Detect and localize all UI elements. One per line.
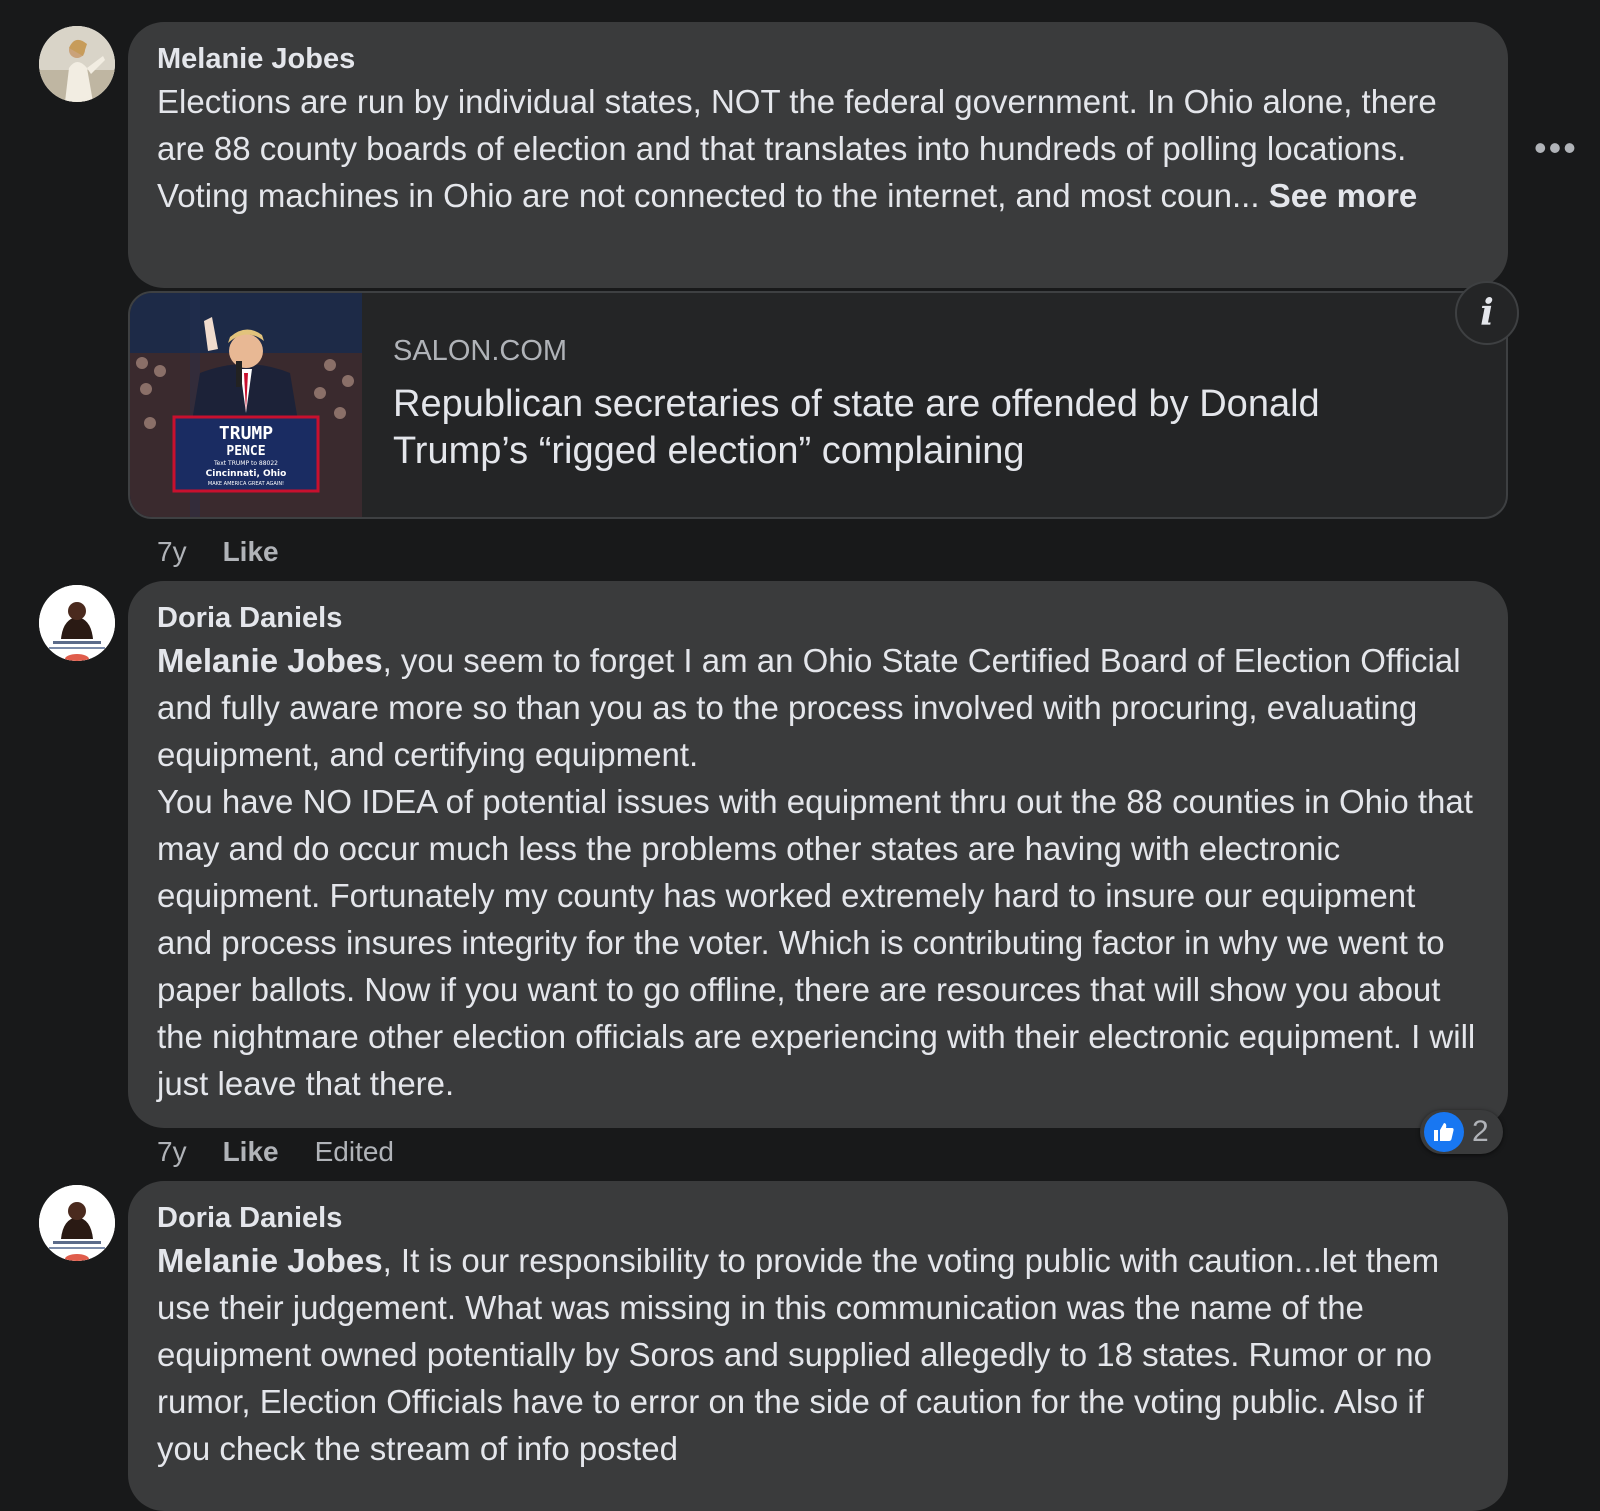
comment-bubble: Doria Daniels Melanie Jobes, you seem to… [128,581,1508,1128]
comment-text: Melanie Jobes, It is our responsibility … [157,1237,1478,1472]
comment-text: Elections are run by individual states, … [157,78,1478,219]
mention-link[interactable]: Melanie Jobes [157,1242,383,1279]
sign-text-pence: PENCE [226,444,265,459]
link-title[interactable]: Republican secretaries of state are offe… [393,381,1453,475]
comment-2-actions: 7y Like Edited [157,1136,430,1168]
more-options-icon[interactable]: ••• [1534,130,1578,166]
comment-text: Melanie Jobes, you seem to forget I am a… [157,637,1478,1107]
sign-text-city: Cincinnati, Ohio [206,469,287,479]
mention-link[interactable]: Melanie Jobes [157,642,383,679]
comment-body-paragraph-2: You have NO IDEA of potential issues wit… [157,783,1476,1102]
comment-author[interactable]: Doria Daniels [157,599,1478,637]
see-more-link[interactable]: See more [1269,177,1418,214]
link-domain: SALON.COM [393,335,568,367]
comment-author[interactable]: Melanie Jobes [157,40,1478,78]
link-preview-image: TRUMP PENCE Text TRUMP to 88022 Cincinna… [130,293,362,517]
comment-body: Elections are run by individual states, … [157,83,1437,214]
comment-timestamp[interactable]: 7y [157,536,187,567]
comment-timestamp[interactable]: 7y [157,1136,187,1167]
avatar-doria-daniels[interactable] [39,585,115,661]
comment-author[interactable]: Doria Daniels [157,1199,1478,1237]
comment-bubble: Melanie Jobes Elections are run by indiv… [128,22,1508,288]
sign-text-sms: Text TRUMP to 88022 [213,460,278,467]
like-button[interactable]: Like [223,536,279,567]
info-icon[interactable]: i [1455,281,1519,345]
like-button[interactable]: Like [223,1136,279,1167]
sign-text-trump: TRUMP [219,423,273,444]
comment-bubble: Doria Daniels Melanie Jobes, It is our r… [128,1181,1508,1511]
link-preview-card[interactable]: TRUMP PENCE Text TRUMP to 88022 Cincinna… [128,291,1508,519]
edited-label: Edited [314,1136,395,1167]
reaction-summary[interactable]: 2 [1420,1110,1503,1154]
comment-1-actions: 7y Like [157,536,315,568]
thumbs-up-icon [1424,1112,1464,1152]
reaction-count: 2 [1472,1115,1489,1148]
avatar-melanie-jobes[interactable] [39,26,115,102]
sign-text-slogan: MAKE AMERICA GREAT AGAIN! [208,481,284,487]
avatar-doria-daniels[interactable] [39,1185,115,1261]
